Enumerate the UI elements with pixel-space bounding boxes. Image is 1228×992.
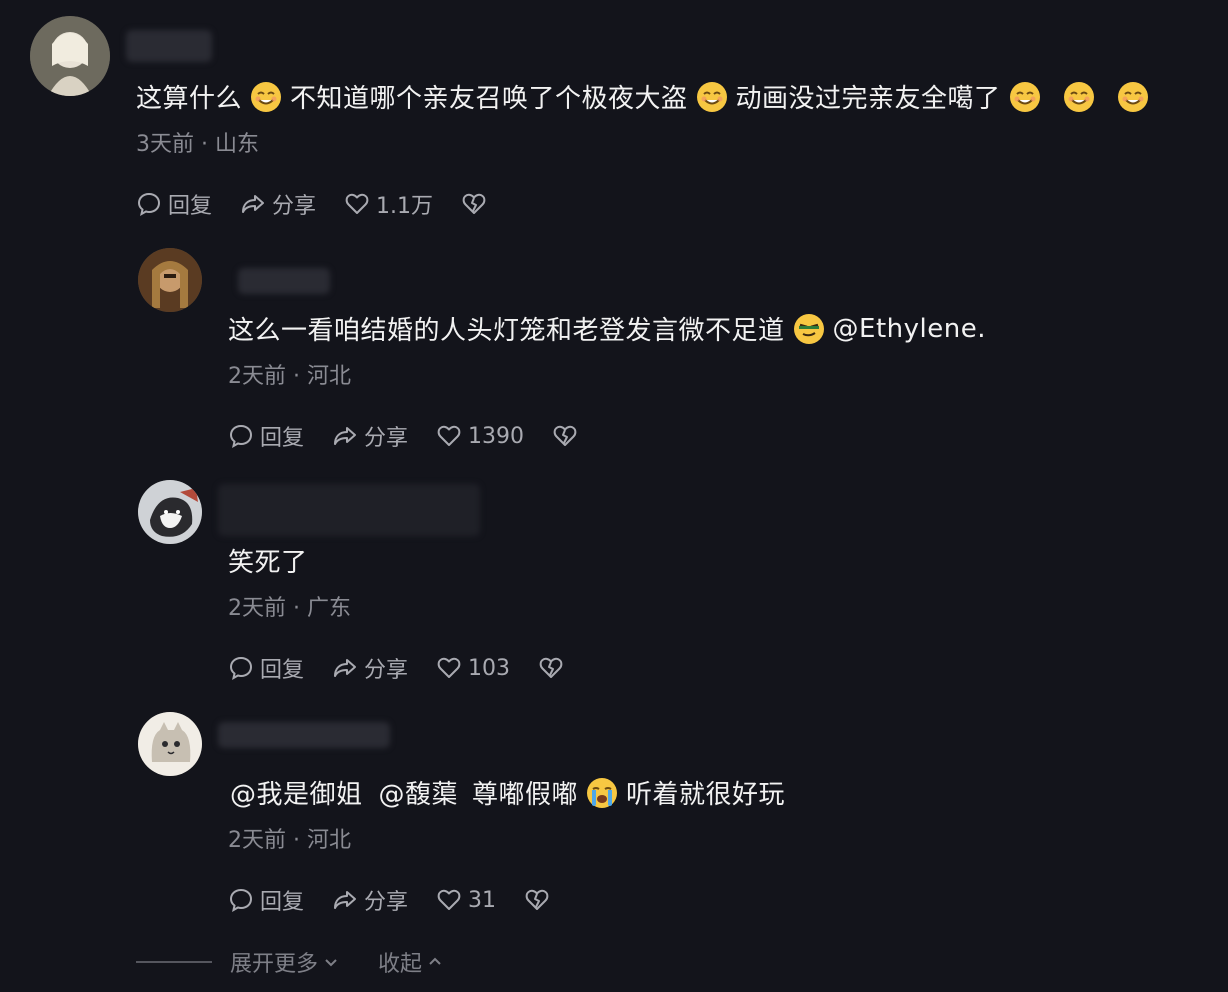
comment-bubble-icon xyxy=(229,656,253,680)
reply-label: 回复 xyxy=(260,890,305,915)
share-arrow-icon xyxy=(334,891,357,909)
expand-more-label: 展开更多 xyxy=(230,952,319,977)
avatar[interactable] xyxy=(138,480,202,544)
dislike-button[interactable] xyxy=(538,655,564,681)
collapse-label: 收起 xyxy=(378,952,423,977)
replies-footer: 展开更多 收起 xyxy=(136,946,482,978)
reply-label: 回复 xyxy=(260,426,305,451)
share-button[interactable]: 分享 xyxy=(332,420,408,452)
crying-face-emoji xyxy=(586,777,618,809)
comment-text-segment: 不知道哪个亲友召唤了个极夜大盗 xyxy=(290,84,688,114)
dislike-button[interactable] xyxy=(524,887,550,913)
smiling-face-emoji xyxy=(250,81,282,113)
like-button[interactable]: 1390 xyxy=(436,423,524,449)
mention-link[interactable]: @Ethylene. xyxy=(833,314,986,344)
sly-face-emoji xyxy=(793,313,825,345)
username-redacted[interactable] xyxy=(238,268,330,294)
share-arrow-icon xyxy=(334,659,357,677)
heart-icon xyxy=(437,425,461,446)
reply-label: 回复 xyxy=(168,194,213,219)
dislike-button[interactable] xyxy=(552,423,578,449)
avatar[interactable] xyxy=(138,712,202,776)
comment-text-segment: 听着就很好玩 xyxy=(626,780,786,810)
chevron-up-icon xyxy=(429,957,441,965)
comment-actions: 回复 分享 31 xyxy=(228,884,578,916)
like-button[interactable]: 1.1万 xyxy=(344,188,433,220)
broken-heart-icon xyxy=(525,889,549,910)
share-arrow-icon xyxy=(334,427,357,445)
smiling-face-emoji xyxy=(696,81,728,113)
avatar[interactable] xyxy=(30,16,110,96)
comment-meta: 2天前 · 河北 xyxy=(228,828,351,853)
comment-text: 笑死了 xyxy=(228,542,308,579)
comment-meta: 3天前 · 山东 xyxy=(136,132,259,157)
smiling-face-emoji xyxy=(1063,81,1095,113)
comment-meta: 2天前 · 广东 xyxy=(228,596,351,621)
comment-actions: 回复 分享 103 xyxy=(228,652,592,684)
broken-heart-icon xyxy=(539,657,563,678)
like-count: 103 xyxy=(468,655,511,681)
share-button[interactable]: 分享 xyxy=(240,188,316,220)
username-redacted[interactable] xyxy=(126,30,212,62)
share-button[interactable]: 分享 xyxy=(332,652,408,684)
mention-link[interactable]: @我是御姐 xyxy=(230,774,363,811)
reply-button[interactable]: 回复 xyxy=(228,420,304,452)
comment-meta: 2天前 · 河北 xyxy=(228,364,351,389)
reply-button[interactable]: 回复 xyxy=(228,652,304,684)
dislike-button[interactable] xyxy=(461,191,487,217)
comment-actions: 回复 分享 1390 xyxy=(228,420,606,452)
like-count: 1.1万 xyxy=(376,194,434,219)
comment-bubble-icon xyxy=(229,888,253,912)
comment-text: 这么一看咱结婚的人头灯笼和老登发言微不足道 @Ethylene. xyxy=(228,310,986,347)
smiling-face-emoji xyxy=(1117,81,1149,113)
avatar[interactable] xyxy=(138,248,202,312)
broken-heart-icon xyxy=(553,425,577,446)
like-count: 1390 xyxy=(468,423,525,449)
share-label: 分享 xyxy=(364,426,409,451)
share-arrow-icon xyxy=(242,195,265,213)
comment-text: @我是御姐 @馥蕖 尊嘟假嘟 听着就很好玩 xyxy=(230,774,785,811)
comment-text-segment: 动画没过完亲友全噶了 xyxy=(735,84,1001,114)
reply-button[interactable]: 回复 xyxy=(136,188,212,220)
like-button[interactable]: 103 xyxy=(436,655,510,681)
expand-more-button[interactable]: 展开更多 xyxy=(230,946,340,978)
share-label: 分享 xyxy=(364,890,409,915)
comment-bubble-icon xyxy=(229,424,253,448)
smiling-face-emoji xyxy=(1009,81,1041,113)
heart-icon xyxy=(437,889,461,910)
chevron-down-icon xyxy=(325,959,337,967)
reply-button[interactable]: 回复 xyxy=(228,884,304,916)
comment-text-segment: 这算什么 xyxy=(136,84,243,114)
comment-text-segment: 尊嘟假嘟 xyxy=(472,780,579,810)
mention-link[interactable]: @馥蕖 xyxy=(379,774,459,811)
share-button[interactable]: 分享 xyxy=(332,884,408,916)
reply-label: 回复 xyxy=(260,658,305,683)
comment-bubble-icon xyxy=(137,192,161,216)
comment-text-segment: 笑死了 xyxy=(228,548,308,578)
broken-heart-icon xyxy=(462,193,486,214)
divider xyxy=(136,961,212,963)
collapse-button[interactable]: 收起 xyxy=(378,946,444,978)
comment-actions: 回复 分享 1.1万 xyxy=(136,188,515,220)
like-count: 31 xyxy=(468,887,497,913)
comment-text: 这算什么 不知道哪个亲友召唤了个极夜大盗 动画没过完亲友全噶了 xyxy=(136,78,1157,115)
share-label: 分享 xyxy=(272,194,317,219)
username-redacted[interactable] xyxy=(218,722,390,748)
heart-icon xyxy=(345,193,369,214)
username-redacted[interactable] xyxy=(218,484,480,536)
heart-icon xyxy=(437,657,461,678)
share-label: 分享 xyxy=(364,658,409,683)
like-button[interactable]: 31 xyxy=(436,887,496,913)
comment-text-segment: 这么一看咱结婚的人头灯笼和老登发言微不足道 xyxy=(228,316,785,346)
